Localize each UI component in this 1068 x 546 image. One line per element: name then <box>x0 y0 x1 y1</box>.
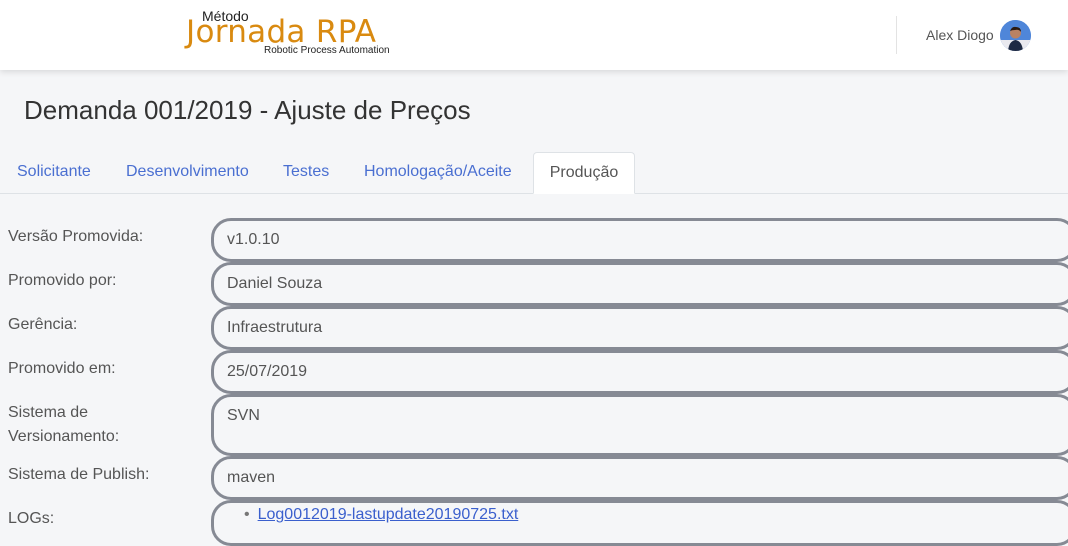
field-sistema-versionamento[interactable]: SVN <box>211 394 1068 456</box>
user-divider <box>896 16 897 54</box>
user-avatar-icon[interactable] <box>1000 20 1031 51</box>
field-promovido-por[interactable]: Daniel Souza <box>211 262 1068 306</box>
logs-list: • Log0012019-lastupdate20190725.txt <box>244 506 518 524</box>
bullet-icon: • <box>244 506 250 523</box>
jornada-rpa-logo[interactable]: Método Jornada RPA Robotic Process Autom… <box>186 6 396 62</box>
log-file-link[interactable]: Log0012019-lastupdate20190725.txt <box>258 506 519 523</box>
label-gerencia: Gerência: <box>8 316 78 333</box>
label-sistema-versionamento-line1: Sistema de <box>8 404 89 421</box>
value-sistema-publish: maven <box>227 469 276 486</box>
value-promovido-em: 25/07/2019 <box>227 363 308 380</box>
label-versao-promovida: Versão Promovida: <box>8 228 144 245</box>
field-versao-promovida[interactable]: v1.0.10 <box>211 218 1068 262</box>
field-gerencia[interactable]: Infraestrutura <box>211 306 1068 350</box>
label-promovido-em: Promovido em: <box>8 360 116 377</box>
label-sistema-versionamento-line2: Versionamento: <box>8 428 120 445</box>
value-sistema-versionamento: SVN <box>227 407 260 424</box>
tab-homologacao-aceite[interactable]: Homologação/Aceite <box>348 152 528 193</box>
tab-solicitante[interactable]: Solicitante <box>1 152 107 193</box>
page-title: Demanda 001/2019 - Ajuste de Preços <box>24 95 471 125</box>
tab-desenvolvimento[interactable]: Desenvolvimento <box>110 152 265 193</box>
label-promovido-por: Promovido por: <box>8 272 117 289</box>
value-promovido-por: Daniel Souza <box>227 275 323 292</box>
field-logs: • Log0012019-lastupdate20190725.txt <box>211 500 1068 546</box>
tabs-bar: Solicitante Desenvolvimento Testes Homol… <box>0 152 1068 194</box>
tab-producao[interactable]: Produção <box>533 152 635 194</box>
tab-testes[interactable]: Testes <box>267 152 345 193</box>
top-navbar: Método Jornada RPA Robotic Process Autom… <box>0 0 1068 70</box>
value-gerencia: Infraestrutura <box>227 319 323 336</box>
logo-sub-text: Robotic Process Automation <box>264 45 390 56</box>
label-logs: LOGs: <box>8 510 55 527</box>
field-sistema-publish[interactable]: maven <box>211 456 1068 500</box>
value-versao-promovida: v1.0.10 <box>227 231 280 248</box>
field-promovido-em[interactable]: 25/07/2019 <box>211 350 1068 394</box>
label-sistema-publish: Sistema de Publish: <box>8 466 150 483</box>
user-name[interactable]: Alex Diogo <box>926 27 994 43</box>
